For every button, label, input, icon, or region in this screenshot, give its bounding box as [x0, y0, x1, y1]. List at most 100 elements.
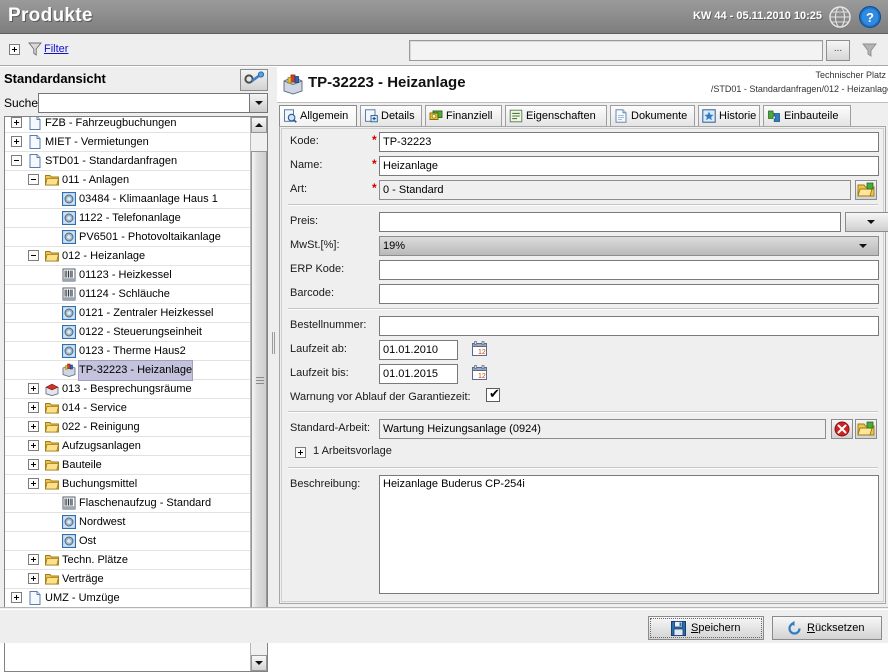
tree-item[interactable]: 0122 - Steuerungseinheit	[5, 323, 252, 342]
tree-item[interactable]: 011 - Anlagen	[5, 171, 252, 190]
bestellnummer-input[interactable]	[379, 316, 879, 336]
tree-item[interactable]: 0121 - Zentraler Heizkessel	[5, 304, 252, 323]
tree-item[interactable]: 0123 - Therme Haus2	[5, 342, 252, 361]
preis-input[interactable]	[379, 212, 841, 232]
document-icon	[28, 135, 42, 149]
plus-expander-icon[interactable]	[28, 421, 39, 432]
search-dropdown-button[interactable]	[250, 93, 268, 113]
tree-item[interactable]: 01124 - Schläuche	[5, 285, 252, 304]
minus-expander-icon[interactable]	[11, 155, 22, 166]
section-divider-4	[288, 467, 878, 469]
tree-item[interactable]: Buchungsmittel	[5, 475, 252, 494]
tree-scrollbar[interactable]	[250, 117, 267, 671]
standard-arbeit-clear-button[interactable]	[831, 419, 853, 439]
tree-item[interactable]: STD01 - Standardanfragen	[5, 152, 252, 171]
tree-item[interactable]: Ost	[5, 532, 252, 551]
laufzeit-bis-input[interactable]: 01.01.2015	[379, 364, 458, 384]
mwst-select[interactable]: 19%	[379, 236, 879, 256]
name-input[interactable]: Heizanlage	[379, 156, 879, 176]
warnung-checkbox[interactable]: ✔	[486, 387, 500, 402]
scroll-down-button[interactable]	[251, 655, 267, 671]
tree-item-label: 1122 - Telefonanlage	[79, 212, 181, 224]
tree-item[interactable]: 01123 - Heizkessel	[5, 266, 252, 285]
tree-item[interactable]: 012 - Heizanlage	[5, 247, 252, 266]
plus-expander-icon[interactable]	[28, 478, 39, 489]
plus-expander-icon[interactable]	[28, 573, 39, 584]
tab-bar: Allgemein Details Finanziell Eigenschaften D…	[277, 103, 888, 127]
save-button[interactable]: Speichern	[648, 616, 764, 640]
globe-icon[interactable]	[828, 5, 852, 29]
tree-item[interactable]: MIET - Vermietungen	[5, 133, 252, 152]
plus-expander-icon[interactable]	[11, 136, 22, 147]
filter-ellipsis-button[interactable]: ...	[826, 40, 850, 61]
section-divider-1	[288, 204, 878, 206]
erp-kode-input[interactable]	[379, 260, 879, 280]
plus-expander-icon[interactable]	[28, 554, 39, 565]
art-required-marker: *	[372, 181, 377, 195]
reset-button[interactable]: Rücksetzen	[772, 616, 882, 640]
mwst-chevron-down-icon[interactable]	[857, 241, 869, 251]
tab-finanziell[interactable]: Finanziell	[425, 105, 502, 127]
tree-item[interactable]: UMZ - Umzüge	[5, 589, 252, 608]
tab-einbauteile[interactable]: Einbauteile	[763, 105, 851, 127]
art-pick-button[interactable]	[855, 180, 877, 200]
tree-item[interactable]: 013 - Besprechungsräume	[5, 380, 252, 399]
plus-expander-icon[interactable]	[28, 383, 39, 394]
tab-historie[interactable]: Historie	[698, 105, 760, 127]
tree-item[interactable]: FZB - Fahrzeugbuchungen	[5, 117, 252, 133]
tree-item[interactable]: Aufzugsanlagen	[5, 437, 252, 456]
plus-expander-icon[interactable]	[11, 592, 22, 603]
preis-label: Preis:	[290, 215, 319, 227]
laufzeit-ab-calendar-icon[interactable]: 12	[472, 341, 487, 356]
folder-icon	[44, 458, 60, 472]
filter-expander-icon[interactable]	[9, 44, 20, 55]
tree-item[interactable]: 014 - Service	[5, 399, 252, 418]
kode-input[interactable]: TP-32223	[379, 132, 879, 152]
globe-blue-icon	[61, 514, 77, 530]
tree-item[interactable]: 1122 - Telefonanlage	[5, 209, 252, 228]
tab-dokumente[interactable]: Dokumente	[610, 105, 695, 127]
plus-expander-icon[interactable]	[11, 117, 22, 128]
tree-item[interactable]: 022 - Reinigung	[5, 418, 252, 437]
scrollbar-thumb[interactable]	[251, 151, 267, 611]
tab-eigenschaften[interactable]: Eigenschaften	[505, 105, 607, 127]
tree-item[interactable]: Techn. Plätze	[5, 551, 252, 570]
configure-view-button[interactable]	[240, 69, 268, 91]
tree-item[interactable]: PV6501 - Photovoltaikanlage	[5, 228, 252, 247]
barcode-input[interactable]	[379, 284, 879, 304]
filter-input[interactable]	[409, 40, 823, 61]
plus-expander-icon[interactable]	[28, 402, 39, 413]
tree-item-label: 014 - Service	[62, 402, 127, 414]
tree-item[interactable]: Verträge	[5, 570, 252, 589]
laufzeit-ab-input[interactable]: 01.01.2010	[379, 340, 458, 360]
tree-item[interactable]: Bauteile	[5, 456, 252, 475]
filter-link[interactable]: Filter	[44, 43, 68, 55]
tree-item[interactable]: Flaschenaufzug - Standard	[5, 494, 252, 513]
tree-item[interactable]: Nordwest	[5, 513, 252, 532]
tree-item-label: TP-32223 - Heizanlage	[77, 360, 194, 381]
search-input-field[interactable]	[39, 94, 249, 112]
tree-item-label: FZB - Fahrzeugbuchungen	[45, 117, 177, 129]
tree-item[interactable]: 03484 - Klimaanlage Haus 1	[5, 190, 252, 209]
plus-expander-icon[interactable]	[28, 440, 39, 451]
search-input[interactable]	[38, 93, 250, 113]
minus-expander-icon[interactable]	[28, 250, 39, 261]
tree-item-label: Flaschenaufzug - Standard	[79, 497, 212, 509]
beschreibung-textarea[interactable]: Heizanlage Buderus CP-254i	[379, 475, 879, 594]
scroll-up-button[interactable]	[251, 117, 267, 133]
tab-allgemein[interactable]: Allgemein	[279, 105, 357, 127]
footer-divider	[0, 609, 888, 610]
funnel-apply-icon[interactable]	[862, 42, 877, 58]
plus-expander-icon[interactable]	[28, 459, 39, 470]
tab-details[interactable]: Details	[360, 105, 422, 127]
arbeitsvorlage-label[interactable]: 1 Arbeitsvorlage	[313, 445, 392, 457]
standard-arbeit-input[interactable]: Wartung Heizungsanlage (0924)	[379, 419, 826, 439]
minus-expander-icon[interactable]	[28, 174, 39, 185]
standard-arbeit-pick-button[interactable]	[855, 419, 877, 439]
tree-item-selected[interactable]: TP-32223 - Heizanlage	[5, 360, 252, 381]
arbeitsvorlage-expander-icon[interactable]	[295, 447, 306, 458]
laufzeit-bis-calendar-icon[interactable]: 12	[472, 365, 487, 380]
preis-dropdown-button[interactable]	[845, 212, 888, 232]
help-question-icon[interactable]: ?	[858, 5, 882, 29]
art-input[interactable]: 0 - Standard	[379, 180, 851, 200]
